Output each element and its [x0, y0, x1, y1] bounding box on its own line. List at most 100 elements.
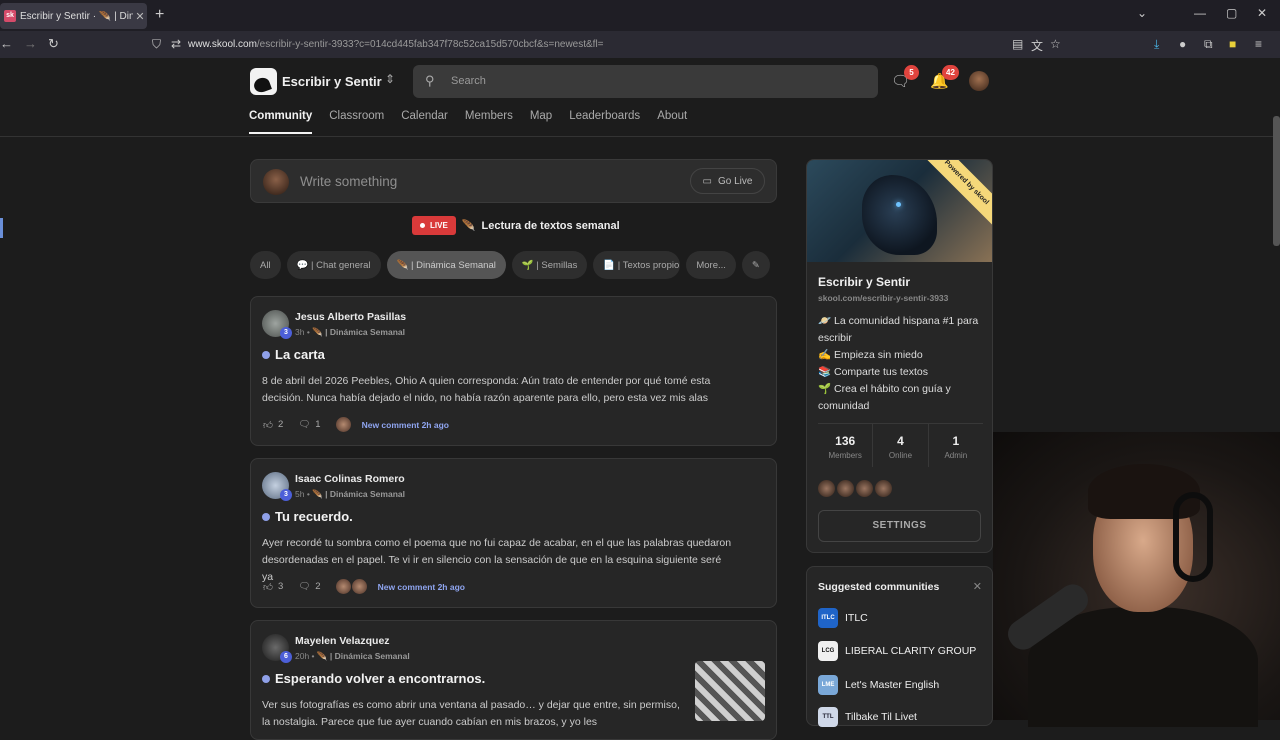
post-card[interactable]: 3 Isaac Colinas Romero 5h • 🪶 | Dinámica… [250, 458, 777, 608]
new-comment-link[interactable]: New comment 2h ago [362, 420, 449, 430]
community-banner-image: Powered by skool [807, 160, 992, 262]
member-avatar[interactable] [875, 480, 892, 497]
post-title[interactable]: La carta [262, 347, 325, 362]
tab-community[interactable]: Community [249, 110, 313, 134]
community-icon: TTL [818, 707, 838, 727]
browser-tab[interactable]: sk Escribir y Sentir · 🪶 | Dinámica ✕ [0, 3, 147, 29]
tab-classroom[interactable]: Classroom [329, 110, 384, 134]
site-permissions-icon[interactable]: ⇄ [171, 37, 181, 51]
like-count: 3 [277, 581, 284, 592]
tab-members[interactable]: Members [465, 110, 513, 134]
reload-icon[interactable]: ↻ [48, 36, 59, 52]
community-name: Let's Master English [845, 679, 940, 691]
comment-icon[interactable]: 🗨︎ [298, 581, 310, 592]
level-badge: 3 [280, 489, 292, 501]
close-tab-icon[interactable]: ✕ [133, 10, 147, 23]
maximize-icon[interactable]: ▢ [1226, 6, 1237, 20]
stat-members[interactable]: 136 Members [818, 424, 874, 467]
bookmark-star-icon[interactable]: ☆ [1050, 37, 1061, 51]
extensions-icon[interactable]: ⧉ [1204, 37, 1213, 52]
chip-chat-general[interactable]: 💬 | Chat general [286, 251, 381, 279]
raven-eye [896, 202, 901, 207]
live-badge: LIVE [412, 216, 456, 235]
suggested-community[interactable]: ITLC ITLC [818, 608, 868, 628]
suggested-community[interactable]: LCG LIBERAL CLARITY GROUP [818, 641, 976, 661]
category-filter: All 💬 | Chat general 🪶 | Dinámica Semana… [250, 251, 770, 279]
back-icon[interactable]: ← [0, 36, 13, 51]
post-card[interactable]: 3 Jesus Alberto Pasillas 3h • 🪶 | Dinámi… [250, 296, 777, 446]
composer-avatar [263, 169, 289, 195]
tab-map[interactable]: Map [530, 110, 552, 134]
post-thumbnail-image[interactable] [695, 661, 765, 721]
reader-view-icon[interactable]: ▤ [1012, 37, 1023, 51]
comment-count: 1 [315, 419, 321, 430]
favicon-icon: sk [4, 10, 16, 22]
community-nav: Community Classroom Calendar Members Map… [249, 110, 704, 134]
community-logo[interactable] [250, 68, 277, 95]
webcam-overlay [993, 432, 1280, 727]
chip-textos-propios[interactable]: 📄 | Textos propio [593, 251, 681, 279]
member-avatar[interactable] [837, 480, 854, 497]
menu-icon[interactable]: ≡ [1255, 37, 1262, 51]
search-input[interactable]: ⚲ Search [413, 65, 878, 98]
suggested-title: Suggested communities [818, 581, 940, 593]
comment-icon[interactable]: 🗨︎ [298, 419, 310, 430]
close-icon[interactable]: ✕ [973, 580, 982, 593]
member-avatar[interactable] [818, 480, 835, 497]
community-icon: ITLC [818, 608, 838, 628]
minimize-icon[interactable]: — [1194, 6, 1206, 20]
chip-edit-pencil-icon[interactable]: ✎ [741, 251, 770, 279]
post-title[interactable]: Tu recuerdo. [262, 509, 353, 524]
chip-more[interactable]: More... [686, 251, 736, 279]
community-name[interactable]: Escribir y Sentir [282, 74, 382, 89]
unread-dot-icon [262, 512, 270, 521]
forward-icon[interactable]: → [24, 36, 37, 51]
community-info-card: Powered by skool Escribir y Sentir skool… [806, 159, 993, 553]
commenter-avatar [335, 579, 351, 594]
suggested-communities: Suggested communities ✕ ITLC ITLC LCG LI… [806, 566, 993, 727]
suggested-community[interactable]: TTL Tilbake Til Livet [818, 707, 917, 727]
like-icon[interactable]: 👍︎ [263, 419, 273, 431]
tab-calendar[interactable]: Calendar [401, 110, 448, 134]
like-icon[interactable]: 👍︎ [263, 581, 273, 593]
account-icon[interactable]: ● [1179, 37, 1186, 51]
suggested-community[interactable]: LME Let's Master English [818, 675, 939, 695]
commenter-avatar [335, 417, 351, 432]
chip-all[interactable]: All [250, 251, 281, 279]
chip-dinamica-semanal[interactable]: 🪶 | Dinámica Semanal [386, 251, 506, 279]
tab-list-icon[interactable]: ⌄ [1137, 6, 1147, 20]
community-switcher-icon[interactable]: ⇕ [385, 72, 395, 86]
extension-r-icon[interactable]: ■ [1229, 37, 1236, 51]
post-title[interactable]: Esperando volver a encontrarnos. [262, 671, 485, 686]
tab-leaderboards[interactable]: Leaderboards [569, 110, 640, 134]
chip-semillas[interactable]: 🌱 | Semillas [511, 251, 588, 279]
tab-about[interactable]: About [657, 110, 687, 134]
live-event-title: Lectura de textos semanal [481, 219, 620, 232]
page-scrollbar[interactable] [1273, 116, 1280, 246]
live-event-banner[interactable]: LIVE 🪶 Lectura de textos semanal [412, 216, 620, 235]
post-author[interactable]: Mayelen Velazquez [295, 635, 390, 647]
commenter-avatar [351, 579, 367, 594]
stat-online[interactable]: 4 Online [873, 424, 929, 467]
desc-line: 🪐 La comunidad hispana #1 para escribir [818, 315, 979, 344]
post-author[interactable]: Isaac Colinas Romero [295, 473, 405, 485]
desc-line: 📚 Comparte tus textos [818, 366, 928, 378]
new-comment-link[interactable]: New comment 2h ago [378, 582, 465, 592]
download-icon[interactable]: ⤓ [1154, 37, 1159, 52]
translate-icon[interactable]: 文 [1031, 37, 1043, 54]
member-avatar[interactable] [856, 480, 873, 497]
post-card[interactable]: 6 Mayelen Velazquez 20h • 🪶 | Dinámica S… [250, 620, 777, 740]
settings-button[interactable]: SETTINGS [818, 510, 981, 542]
community-name: LIBERAL CLARITY GROUP [845, 645, 977, 657]
close-window-icon[interactable]: ✕ [1257, 6, 1267, 20]
go-live-button[interactable]: ▭ Go Live [690, 168, 765, 194]
like-count: 2 [277, 419, 284, 430]
shield-icon[interactable]: ⛉ [152, 37, 161, 52]
stat-admin[interactable]: 1 Admin [929, 424, 983, 467]
post-author[interactable]: Jesus Alberto Pasillas [295, 311, 406, 323]
user-avatar[interactable] [969, 71, 989, 91]
headphones-icon [1173, 492, 1213, 582]
new-tab-icon[interactable]: + [155, 6, 164, 24]
url-field[interactable]: www.skool.com/escribir-y-sentir-3933?c=0… [188, 39, 604, 50]
unread-dot-icon [262, 350, 270, 359]
